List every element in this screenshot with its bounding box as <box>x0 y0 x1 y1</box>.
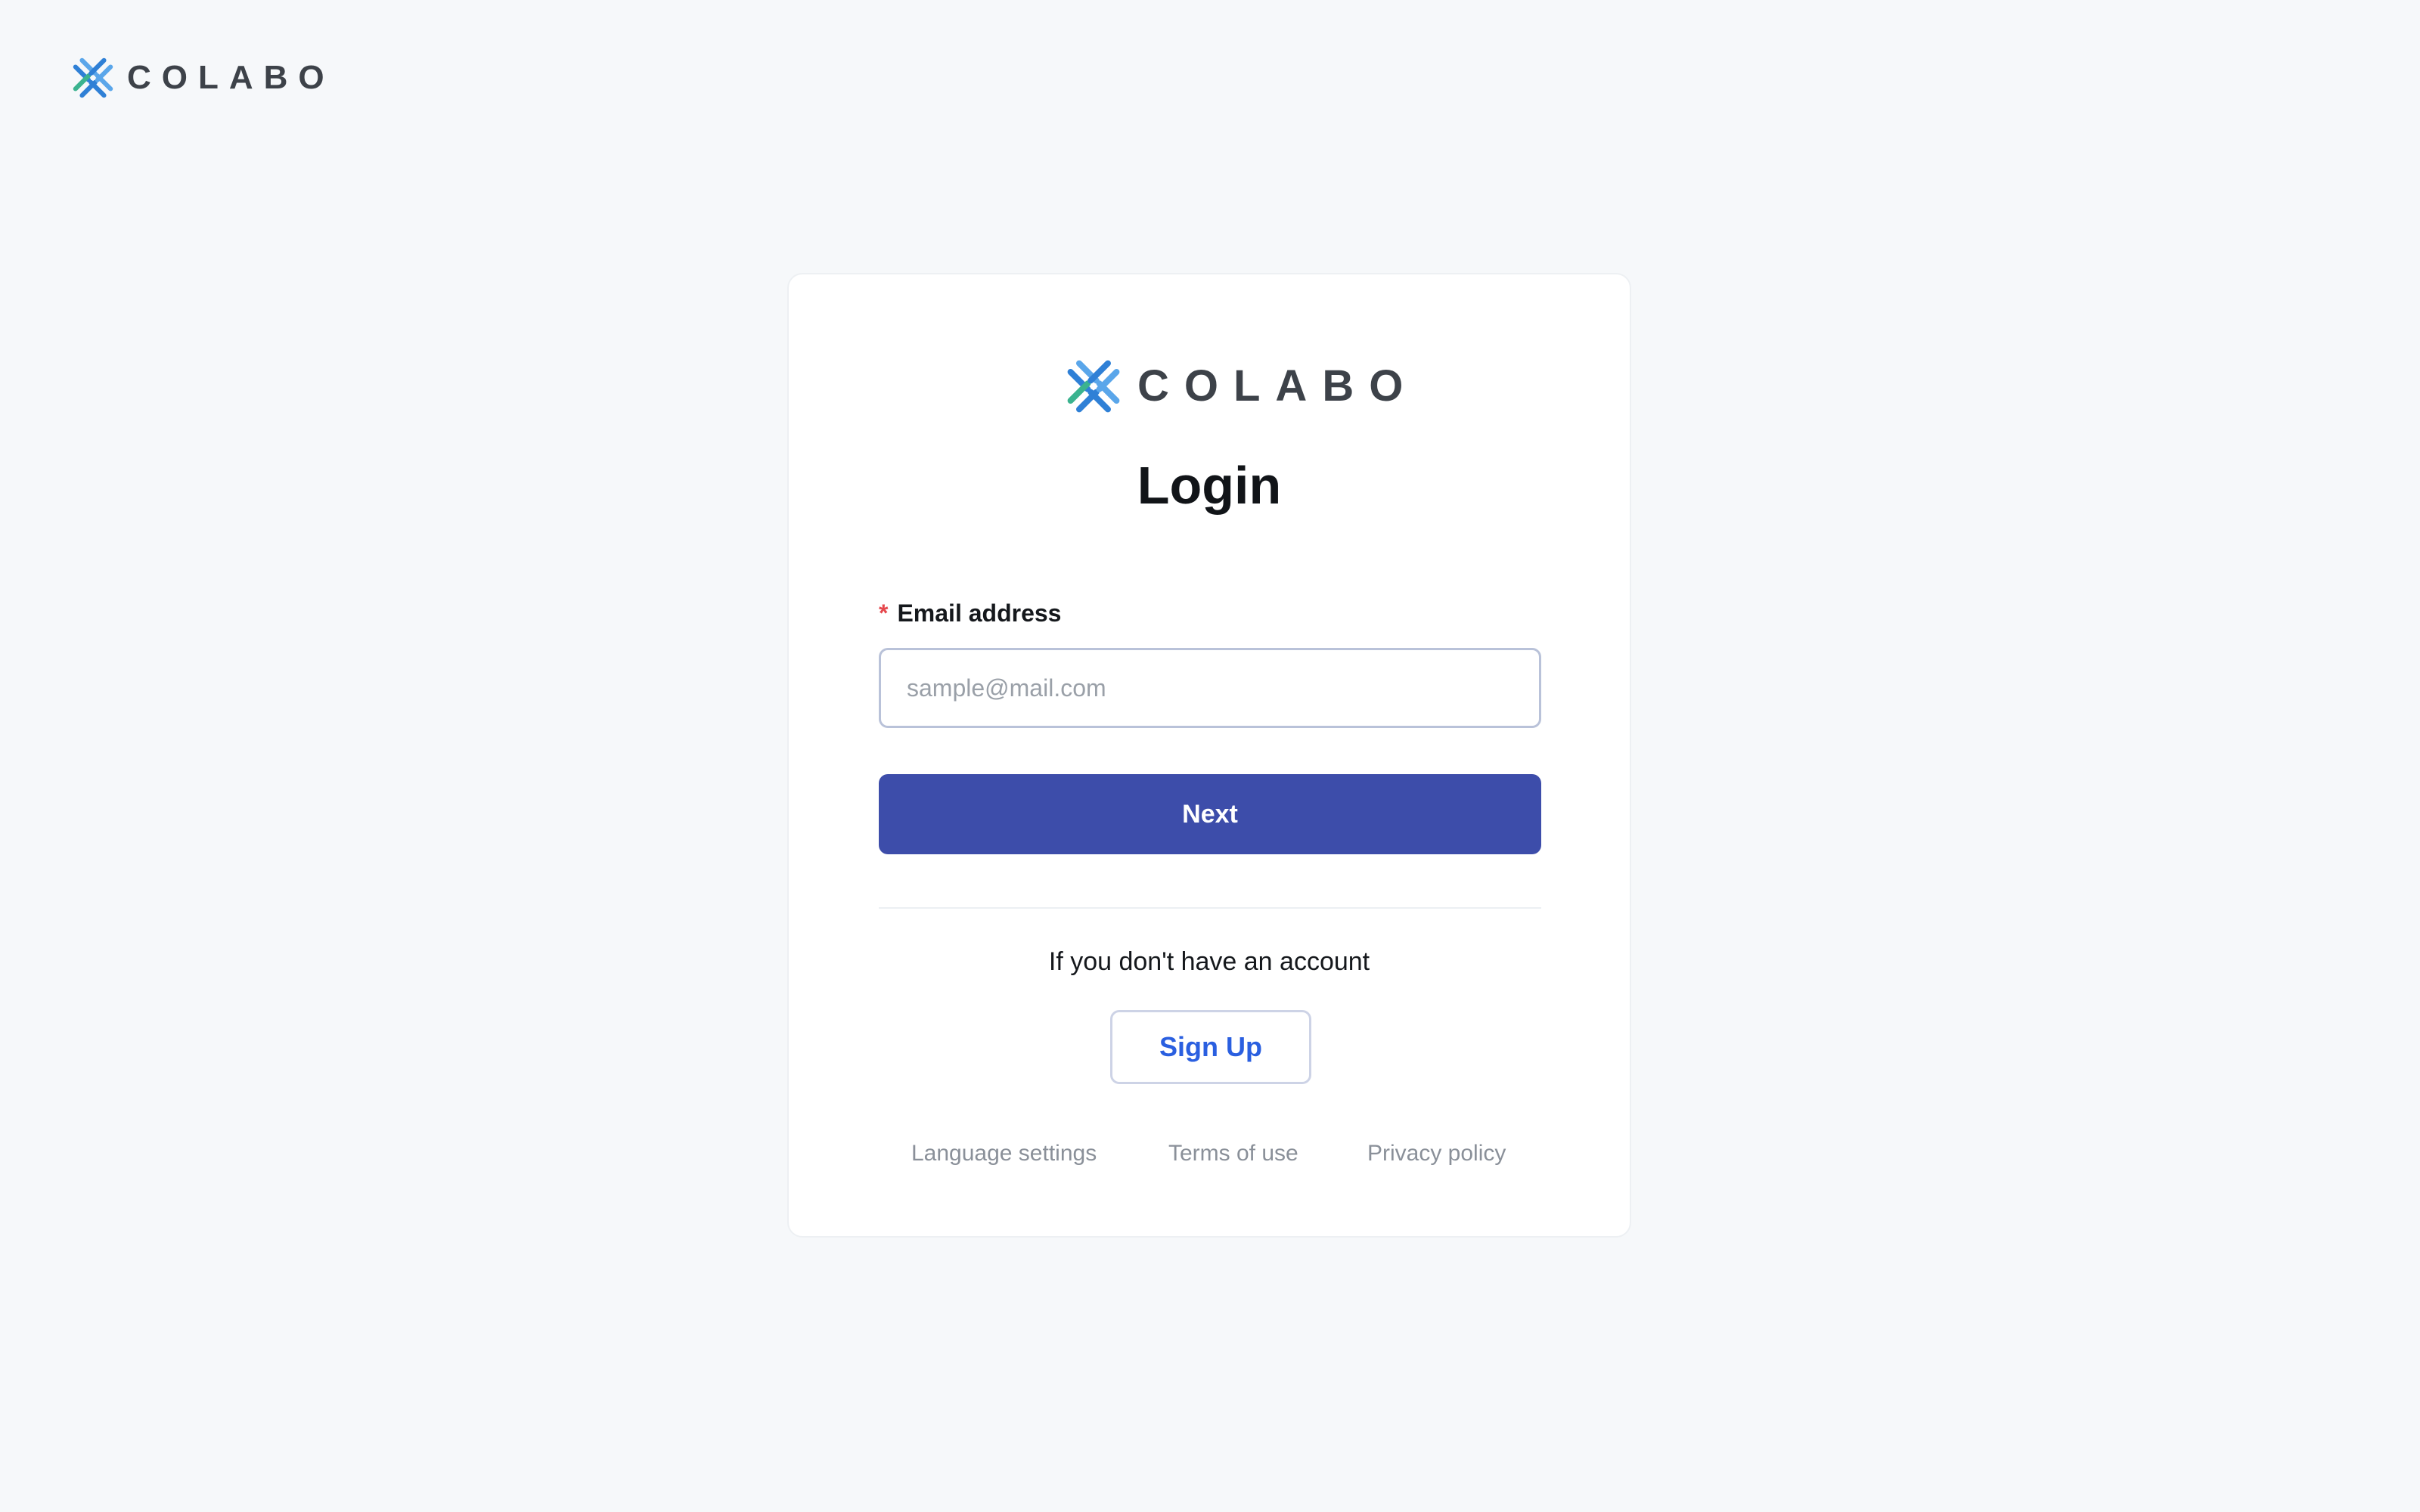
required-marker: * <box>879 600 889 627</box>
email-label-text: Email address <box>897 600 1062 627</box>
header-logo[interactable]: COLABO <box>71 56 335 100</box>
email-field[interactable] <box>879 648 1541 728</box>
signup-prompt: If you don't have an account <box>1048 947 1370 976</box>
colabo-logo-icon <box>1067 360 1120 413</box>
logo-wordmark: COLABO <box>1137 361 1419 411</box>
terms-of-use-link[interactable]: Terms of use <box>1168 1142 1298 1165</box>
email-label: * Email address <box>879 601 1061 625</box>
sign-up-button[interactable]: Sign Up <box>1110 1010 1311 1084</box>
colabo-logo-icon <box>73 57 113 98</box>
card-logo: COLABO <box>1065 358 1418 415</box>
next-button[interactable]: Next <box>879 774 1541 854</box>
privacy-policy-link[interactable]: Privacy policy <box>1367 1142 1506 1165</box>
logo-wordmark: COLABO <box>127 59 335 96</box>
login-card: COLABO Login * Email address Next If you … <box>787 273 1631 1238</box>
language-settings-link[interactable]: Language settings <box>911 1142 1097 1165</box>
page-title: Login <box>1137 456 1282 515</box>
divider <box>879 907 1541 909</box>
